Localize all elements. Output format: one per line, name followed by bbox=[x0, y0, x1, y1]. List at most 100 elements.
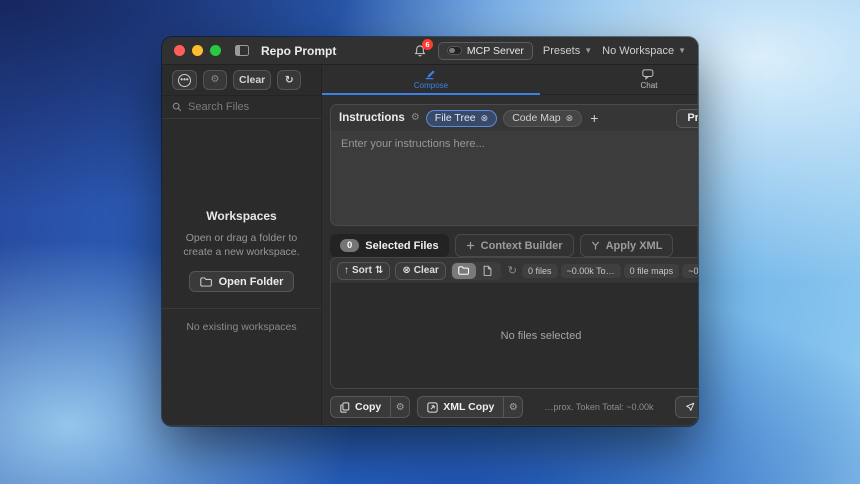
mcp-server-label: MCP Server bbox=[467, 45, 524, 57]
sidebar-clear-button[interactable]: Clear bbox=[233, 70, 271, 90]
instructions-input[interactable] bbox=[331, 131, 698, 225]
selected-files-label: Selected Files bbox=[365, 240, 438, 252]
view-mode-segment bbox=[451, 262, 501, 280]
sync-icon[interactable]: ↻ bbox=[508, 264, 517, 277]
tab-context-builder[interactable]: Context Builder bbox=[455, 234, 574, 257]
mcp-server-button[interactable]: MCP Server bbox=[438, 42, 533, 60]
clear-label: Clear bbox=[239, 74, 265, 86]
xml-copy-button[interactable]: XML Copy bbox=[418, 397, 503, 417]
instructions-panel: Instructions ⚙ File Tree ⊗ Code Map ⊗ + bbox=[330, 104, 698, 226]
sidebar-settings-button[interactable]: ⚙ bbox=[203, 70, 227, 90]
branch-icon bbox=[591, 241, 600, 250]
chat-button-group: Chat ⚙ bbox=[675, 396, 698, 418]
minimize-window-button[interactable] bbox=[192, 45, 203, 56]
selected-files-panel: ↑ Sort ⇅ ⊗ Clear bbox=[330, 257, 698, 389]
titlebar: Repo Prompt 6 MCP Server Presets ▼ bbox=[162, 37, 698, 65]
copy-icon bbox=[340, 402, 350, 413]
add-chip-button[interactable]: + bbox=[590, 111, 598, 125]
chip-code-map[interactable]: Code Map ⊗ bbox=[503, 110, 582, 127]
gear-icon: ⚙ bbox=[211, 75, 220, 85]
refresh-icon: ↻ bbox=[285, 74, 294, 86]
prompts-label: Prompts bbox=[687, 112, 698, 124]
instructions-title: Instructions bbox=[339, 112, 405, 124]
stat-map-tokens: ~0.00k tok… bbox=[682, 264, 698, 278]
workspace-label: No Workspace bbox=[602, 45, 674, 57]
chevron-down-icon: ▼ bbox=[584, 46, 592, 55]
workspace-actions-button[interactable]: ••• bbox=[172, 70, 197, 90]
sidebar-toolbar: ••• ⚙ Clear ↻ bbox=[162, 65, 321, 95]
copy-button-group: Copy ⚙ bbox=[330, 396, 410, 418]
workspaces-title: Workspaces bbox=[206, 209, 276, 223]
folder-icon bbox=[200, 277, 213, 287]
token-stats: 0 files ~0.00k To… 0 file maps ~0.00k to… bbox=[522, 264, 698, 278]
copy-button[interactable]: Copy bbox=[331, 397, 390, 417]
chevron-down-icon: ▼ bbox=[678, 46, 686, 55]
instructions-gear-icon[interactable]: ⚙ bbox=[411, 113, 420, 123]
files-clear-label: Clear bbox=[414, 265, 439, 276]
token-total-label: …prox. Token Total: ~0.00k bbox=[530, 402, 667, 412]
refresh-button[interactable]: ↻ bbox=[277, 70, 301, 90]
gear-icon: ⚙ bbox=[396, 402, 405, 413]
window-title: Repo Prompt bbox=[261, 44, 336, 58]
no-files-label: No files selected bbox=[501, 330, 582, 342]
workspaces-empty-state: Workspaces Open or drag a folder to crea… bbox=[162, 119, 321, 425]
zoom-window-button[interactable] bbox=[210, 45, 221, 56]
sidebar: ••• ⚙ Clear ↻ bbox=[162, 65, 322, 425]
ellipsis-circle-icon: ••• bbox=[178, 74, 191, 87]
remove-icon[interactable]: ⊗ bbox=[566, 113, 574, 124]
send-arrow-icon bbox=[685, 402, 695, 412]
clear-circle-icon: ⊗ bbox=[402, 265, 410, 276]
window-controls bbox=[174, 45, 221, 56]
compose-pencil-icon bbox=[424, 69, 437, 80]
desktop-wallpaper: Repo Prompt 6 MCP Server Presets ▼ bbox=[0, 0, 860, 484]
search-icon bbox=[172, 102, 182, 112]
chat-button[interactable]: Chat bbox=[676, 397, 698, 417]
close-window-button[interactable] bbox=[174, 45, 185, 56]
active-tab-indicator bbox=[322, 93, 540, 95]
sort-chevrons-icon: ⇅ bbox=[375, 265, 383, 276]
file-tree-chip-label: File Tree bbox=[435, 112, 476, 124]
open-folder-label: Open Folder bbox=[219, 276, 284, 288]
tab-chat[interactable]: Chat bbox=[641, 69, 658, 90]
search-input[interactable] bbox=[188, 101, 330, 113]
notification-badge: 6 bbox=[422, 39, 433, 50]
instructions-header: Instructions ⚙ File Tree ⊗ Code Map ⊗ + bbox=[331, 105, 698, 131]
chip-file-tree[interactable]: File Tree ⊗ bbox=[426, 110, 497, 127]
folder-view-button[interactable] bbox=[452, 263, 476, 279]
prompts-button[interactable]: Prompts bbox=[676, 109, 698, 128]
document-icon bbox=[483, 265, 492, 276]
footer-bar: Copy ⚙ XML bbox=[330, 396, 698, 418]
folder-icon bbox=[458, 266, 470, 275]
instructions-editor bbox=[331, 131, 698, 225]
tab-apply-xml[interactable]: Apply XML bbox=[580, 234, 674, 257]
file-list-area[interactable]: No files selected bbox=[331, 284, 698, 388]
workspace-menu[interactable]: No Workspace ▼ bbox=[602, 45, 686, 57]
xml-copy-label: XML Copy bbox=[443, 401, 494, 413]
presets-menu[interactable]: Presets ▼ bbox=[543, 45, 592, 57]
mcp-server-toggle[interactable] bbox=[447, 46, 462, 55]
sidebar-toggle-icon[interactable] bbox=[235, 45, 249, 56]
open-folder-button[interactable]: Open Folder bbox=[189, 271, 295, 292]
context-builder-label: Context Builder bbox=[481, 240, 563, 252]
xml-copy-options-button[interactable]: ⚙ bbox=[503, 397, 522, 417]
file-view-button[interactable] bbox=[476, 263, 500, 279]
code-map-chip-label: Code Map bbox=[512, 112, 560, 124]
notifications-button[interactable]: 6 bbox=[412, 43, 428, 59]
tab-selected-files[interactable]: 0 Selected Files bbox=[330, 234, 449, 257]
xml-copy-button-group: XML Copy ⚙ bbox=[417, 396, 523, 418]
arrow-up-icon: ↑ bbox=[344, 265, 349, 276]
copy-options-button[interactable]: ⚙ bbox=[390, 397, 409, 417]
files-tab-bar: 0 Selected Files Context Builder bbox=[330, 234, 698, 257]
chat-bubble-icon bbox=[642, 69, 656, 80]
stat-file-maps: 0 file maps bbox=[624, 264, 680, 278]
selected-files-count-badge: 0 bbox=[340, 239, 359, 252]
tab-compose[interactable]: Compose bbox=[414, 69, 448, 90]
remove-icon[interactable]: ⊗ bbox=[481, 113, 489, 124]
mode-tab-bar: Compose Chat ⚙ bbox=[322, 65, 698, 95]
files-clear-button[interactable]: ⊗ Clear bbox=[395, 262, 445, 280]
sort-button[interactable]: ↑ Sort ⇅ bbox=[337, 262, 390, 280]
stat-file-tokens: ~0.00k To… bbox=[561, 264, 621, 278]
sort-label: Sort bbox=[352, 265, 372, 276]
presets-label: Presets bbox=[543, 45, 580, 57]
apply-xml-label: Apply XML bbox=[606, 240, 663, 252]
